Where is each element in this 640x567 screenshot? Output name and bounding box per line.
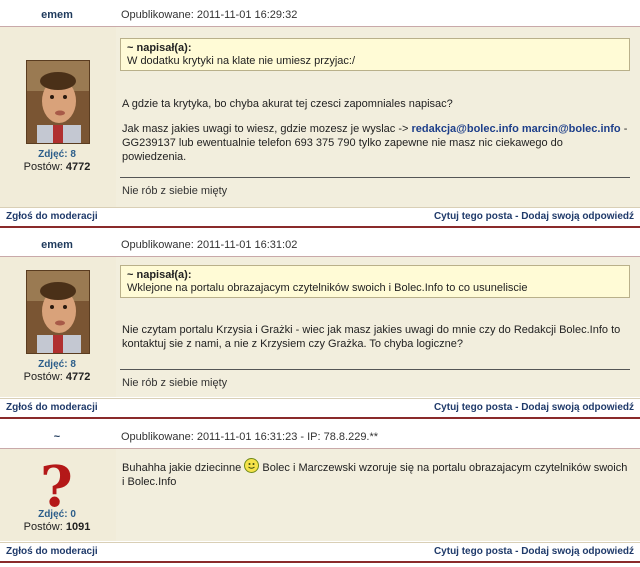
post-body: Zdjęć: 8 Postów: 4772 ~ napisał(a): Wkle… [0,257,640,397]
reply-link[interactable]: Dodaj swoją odpowiedź [521,211,634,222]
reply-link[interactable]: Dodaj swoją odpowiedź [521,546,634,557]
quote-box: ~ napisał(a): Wklejone na portalu obraza… [120,265,630,298]
post-2: emem Opublikowane: 2011-11-01 16:31:02 Z… [0,234,640,420]
post-1: emem Opublikowane: 2011-11-01 16:29:32 Z… [0,4,640,228]
post-footer: Zgłoś do moderacji Cytuj tego posta - Do… [0,207,640,228]
quote-link[interactable]: Cytuj tego posta [434,402,512,413]
posts-number: 1091 [65,521,91,533]
quote-text: W dodatku krytyki na klate nie umiesz pr… [127,55,356,67]
author-panel: ? Zdjęć: 0 Postów: 1091 [0,449,114,541]
avatar-photo-icon [27,271,89,353]
contact-text: Jak masz jakies uwagi to wiesz, gdzie mo… [122,123,409,135]
quote-box: ~ napisał(a): W dodatku krytyki na klate… [120,38,630,71]
report-link[interactable]: Zgłoś do moderacji [6,399,98,417]
post-date: Opublikowane: 2011-11-01 16:29:32 [121,9,298,21]
smiley-icon [244,458,260,473]
quote-header: ~ napisał(a): [127,269,192,281]
post-text: Buhahha jakie dziecinne Bolec i Marczews… [122,458,628,489]
question-mark-icon: ? [40,454,73,520]
separator: - [515,402,519,413]
post-actions: Cytuj tego posta - Dodaj swoją odpowiedź [434,399,634,417]
post-text: A gdzie ta krytyka, bo chyba akurat tej … [122,98,453,110]
post-body: Zdjęć: 8 Postów: 4772 ~ napisał(a): W do… [0,27,640,207]
posts-label: Postów: [23,371,63,383]
post-text-part: Buhahha jakie dziecinne [122,462,242,474]
avatar[interactable] [26,270,90,354]
quote-link[interactable]: Cytuj tego posta [434,546,512,557]
post-date: Opublikowane: 2011-11-01 16:31:23 - IP: … [121,431,379,443]
report-link[interactable]: Zgłoś do moderacji [6,543,98,561]
signature: Nie rób z siebie mięty [122,377,228,389]
report-link[interactable]: Zgłoś do moderacji [6,208,98,226]
posts-count: Postów: 4772 [0,371,114,383]
separator: - [515,546,519,557]
author-panel: Zdjęć: 8 Postów: 4772 [0,27,114,207]
posts-number: 4772 [65,161,91,173]
email-link[interactable]: redakcja@bolec.info [411,123,518,135]
post-text-contact: Jak masz jakies uwagi to wiesz, gdzie mo… [122,122,628,164]
posts-number: 4772 [65,371,91,383]
signature: Nie rób z siebie mięty [122,185,228,197]
post-body: ? Zdjęć: 0 Postów: 1091 Buhahha jakie dz… [0,449,640,541]
post-text: Nie czytam portalu Krzysia i Grażki - wi… [122,324,621,350]
post-header: emem Opublikowane: 2011-11-01 16:29:32 [0,4,640,26]
posts-count: Postów: 4772 [0,161,114,173]
avatar-photo-icon [27,61,89,143]
post-footer: Zgłoś do moderacji Cytuj tego posta - Do… [0,398,640,419]
post-footer: Zgłoś do moderacji Cytuj tego posta - Do… [0,542,640,563]
post-author[interactable]: emem [0,234,114,256]
post-header: ~ Opublikowane: 2011-11-01 16:31:23 - IP… [0,426,640,448]
signature-divider [120,177,630,178]
posts-label: Postów: [23,161,63,173]
quote-text: Wklejone na portalu obrazajacym czytelni… [127,282,528,294]
post-3: ~ Opublikowane: 2011-11-01 16:31:23 - IP… [0,426,640,567]
email-link[interactable]: marcin@bolec.info [522,123,621,135]
post-actions: Cytuj tego posta - Dodaj swoją odpowiedź [434,543,634,561]
post-actions: Cytuj tego posta - Dodaj swoją odpowiedź [434,208,634,226]
reply-link[interactable]: Dodaj swoją odpowiedź [521,402,634,413]
photos-count[interactable]: Zdjęć: 0 [0,509,114,520]
quote-header: ~ napisał(a): [127,42,192,54]
signature-divider [120,369,630,370]
posts-label: Postów: [23,521,63,533]
post-date: Opublikowane: 2011-11-01 16:31:02 [121,239,298,251]
post-author[interactable]: ~ [0,426,114,448]
photos-count[interactable]: Zdjęć: 8 [0,359,114,370]
separator: - [515,211,519,222]
posts-count: Postów: 1091 [0,521,114,533]
post-author[interactable]: emem [0,4,114,26]
post-header: emem Opublikowane: 2011-11-01 16:31:02 [0,234,640,256]
photos-count[interactable]: Zdjęć: 8 [0,149,114,160]
quote-link[interactable]: Cytuj tego posta [434,211,512,222]
author-panel: Zdjęć: 8 Postów: 4772 [0,257,114,397]
avatar[interactable] [26,60,90,144]
